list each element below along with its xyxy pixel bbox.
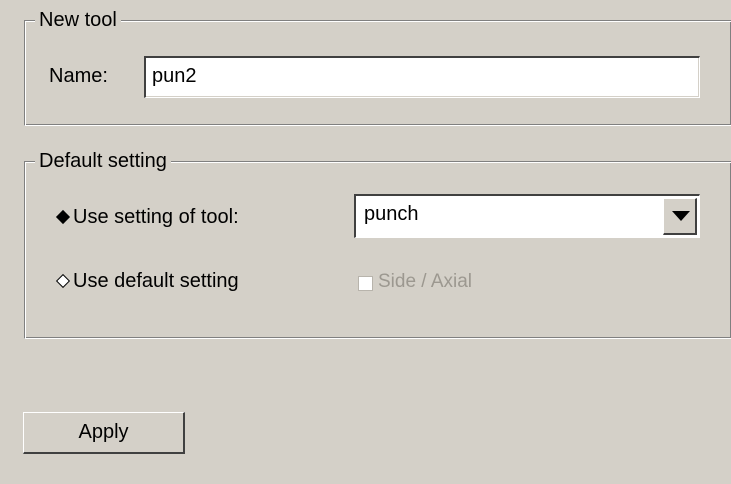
use-default-label[interactable]: Use default setting: [73, 268, 239, 294]
name-input[interactable]: pun2: [144, 56, 700, 98]
chevron-down-icon: [672, 211, 690, 221]
checkbox-icon: [358, 276, 373, 291]
default-setting-group: Default setting: [24, 148, 731, 339]
tool-select[interactable]: punch: [354, 194, 700, 238]
side-axial-label: Side / Axial: [378, 271, 472, 292]
use-tool-label[interactable]: Use setting of tool:: [73, 204, 239, 230]
apply-button[interactable]: Apply: [23, 412, 185, 454]
dropdown-button[interactable]: [663, 198, 697, 235]
tool-select-value: punch: [364, 203, 419, 225]
default-setting-legend: Default setting: [35, 148, 171, 174]
new-tool-legend: New tool: [35, 7, 121, 33]
name-label: Name:: [49, 65, 108, 87]
